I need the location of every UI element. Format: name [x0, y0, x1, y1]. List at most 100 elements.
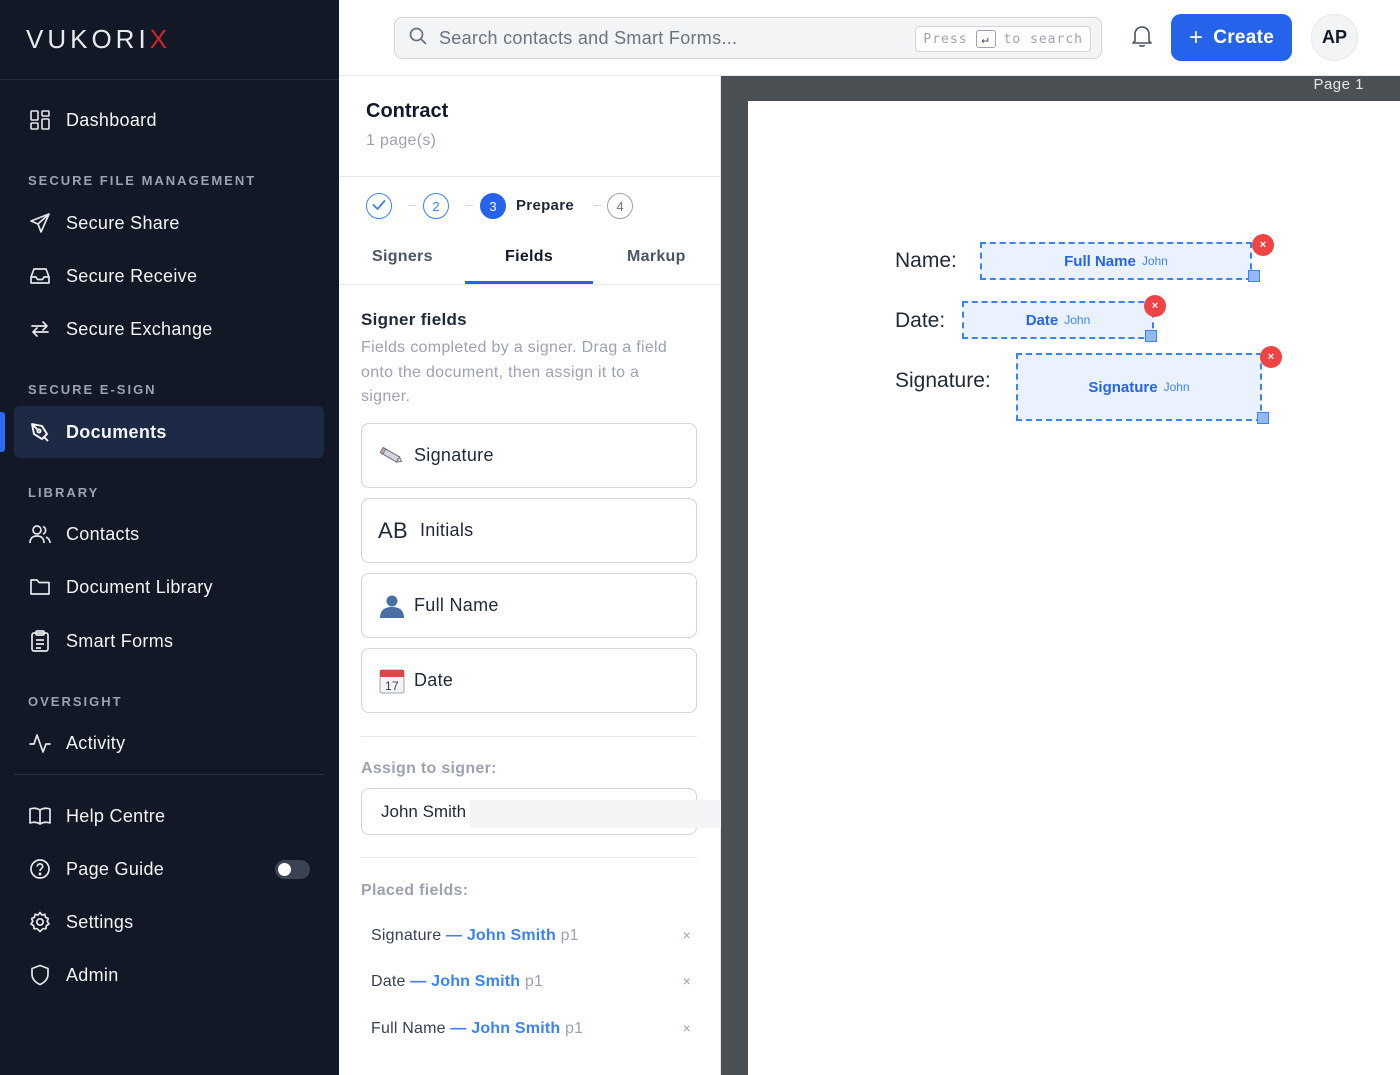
page-number-label: Page 1 [1313, 76, 1364, 93]
panel-divider [339, 284, 721, 285]
step-2[interactable]: 2 [423, 193, 449, 219]
enter-key-icon: ↵ [975, 30, 996, 48]
toggle-knob [278, 863, 291, 876]
field-initials-label: Initials [420, 520, 474, 540]
send-icon [28, 211, 52, 235]
document-page[interactable]: Name: Date: Signature: Full Name John × D… [748, 101, 1400, 1075]
step-connector [593, 205, 601, 206]
sidebar-item-label: Document Library [66, 576, 213, 597]
sidebar-item-label: Admin [66, 964, 119, 985]
remove-placed-field-button[interactable]: × [683, 1020, 691, 1036]
pen-icon [28, 420, 52, 444]
tab-signers[interactable]: Signers [372, 248, 433, 266]
step-connector [465, 205, 473, 206]
sidebar-item-secure-receive[interactable]: Secure Receive [14, 250, 324, 302]
doc-label-name: Name: [895, 249, 957, 272]
sidebar-item-label: Activity [66, 732, 126, 753]
signer-fields-description: Fields completed by a signer. Drag a fie… [361, 339, 668, 405]
step-4[interactable]: 4 [607, 193, 633, 219]
tab-markup[interactable]: Markup [627, 248, 686, 266]
resize-handle[interactable] [1257, 412, 1269, 424]
gear-icon [28, 910, 52, 934]
sidebar-item-label: Secure Receive [66, 265, 198, 286]
sidebar-item-label: Page Guide [66, 858, 165, 879]
field-date-label: Date [414, 670, 454, 690]
create-button[interactable]: + Create [1171, 14, 1292, 61]
tab-fields[interactable]: Fields [505, 248, 553, 266]
step-connector [408, 205, 416, 206]
sidebar-item-document-library[interactable]: Document Library [14, 561, 324, 613]
delete-field-button[interactable]: × [1144, 295, 1166, 317]
delete-field-button[interactable]: × [1252, 234, 1274, 256]
dashboard-icon [28, 108, 52, 132]
placed-signature-field[interactable]: Signature John × [1016, 346, 1282, 424]
pencil-icon [378, 446, 406, 466]
step-3-current[interactable]: 3 [480, 193, 506, 219]
assign-signer-label: Assign to signer: [361, 760, 497, 777]
sidebar-item-label: Smart Forms [66, 630, 174, 651]
remove-placed-field-button[interactable]: × [683, 973, 691, 989]
create-label: Create [1213, 26, 1275, 48]
prepare-panel: Contract 1 page(s) 2 3 Prepare 4 Signers… [339, 76, 723, 1075]
doc-label-date: Date: [895, 309, 946, 332]
search-placeholder: Search contacts and Smart Forms... [439, 27, 738, 48]
sidebar-item-label: Documents [66, 421, 167, 442]
sidebar-item-smart-forms[interactable]: Smart Forms [14, 615, 324, 667]
sidebar-item-dashboard[interactable]: Dashboard [14, 94, 324, 146]
search-icon [409, 27, 427, 50]
initials-icon: AB [378, 517, 408, 543]
sidebar-item-secure-exchange[interactable]: Secure Exchange [14, 303, 324, 355]
shield-icon [28, 963, 52, 987]
document-viewer[interactable]: Page 1 Name: Date: Signature: Full Name J… [721, 76, 1400, 1075]
field-signature-label: Signature [414, 445, 494, 465]
person-icon [378, 594, 406, 618]
select-overlay [470, 800, 723, 828]
inbox-icon [28, 264, 52, 288]
users-icon [28, 522, 52, 546]
sidebar-item-admin[interactable]: Admin [14, 949, 324, 1001]
notifications-button[interactable] [1131, 24, 1155, 50]
sidebar-item-help-centre[interactable]: Help Centre [14, 790, 324, 842]
search-input[interactable]: Search contacts and Smart Forms... Press… [394, 17, 1102, 59]
doc-label-signature: Signature: [895, 369, 991, 392]
delete-field-button[interactable]: × [1260, 346, 1282, 368]
resize-handle[interactable] [1145, 330, 1157, 342]
sidebar-item-secure-share[interactable]: Secure Share [14, 197, 324, 249]
section-secure-e-sign: SECURE E-SIGN [28, 382, 157, 397]
sidebar-item-label: Settings [66, 911, 134, 932]
bell-icon [1131, 26, 1153, 52]
clipboard-icon [28, 629, 52, 653]
sidebar-divider [14, 774, 324, 775]
logo-text: VUKORIX [26, 24, 172, 54]
sidebar-item-label: Help Centre [66, 805, 166, 826]
sidebar-item-activity[interactable]: Activity [14, 717, 324, 769]
sidebar-item-contacts[interactable]: Contacts [14, 508, 324, 560]
sidebar-item-documents[interactable]: Documents [14, 406, 324, 458]
sidebar-item-label: Secure Exchange [66, 318, 213, 339]
page-guide-toggle[interactable] [275, 860, 310, 879]
placed-field-row[interactable]: Full Name — John Smith p1 × [371, 1020, 691, 1038]
field-full-name-label: Full Name [414, 595, 499, 615]
field-date[interactable]: 17 Date [361, 648, 697, 713]
step-1-complete[interactable] [366, 193, 392, 219]
placed-date-field[interactable]: Date John × [962, 295, 1166, 342]
field-initials[interactable]: AB Initials [361, 498, 697, 563]
sidebar-item-settings[interactable]: Settings [14, 896, 324, 948]
activity-icon [28, 731, 52, 755]
help-icon [28, 857, 52, 881]
remove-placed-field-button[interactable]: × [683, 927, 691, 943]
field-full-name[interactable]: Full Name [361, 573, 697, 638]
logo[interactable]: VUKORIX [0, 0, 339, 80]
avatar[interactable]: AP [1311, 14, 1358, 61]
topbar: Search contacts and Smart Forms... Press… [339, 0, 1400, 76]
placed-field-row[interactable]: Date — John Smith p1 × [371, 973, 691, 991]
step-3-label: Prepare [516, 197, 574, 214]
placed-field-row[interactable]: Signature — John Smith p1 × [371, 927, 691, 945]
field-signature[interactable]: Signature [361, 423, 697, 488]
check-icon [372, 199, 386, 214]
section-library: LIBRARY [28, 485, 100, 500]
placed-full-name-field[interactable]: Full Name John × [980, 234, 1274, 282]
resize-handle[interactable] [1248, 270, 1260, 282]
section-oversight: OVERSIGHT [28, 694, 123, 709]
panel-divider [361, 857, 697, 858]
